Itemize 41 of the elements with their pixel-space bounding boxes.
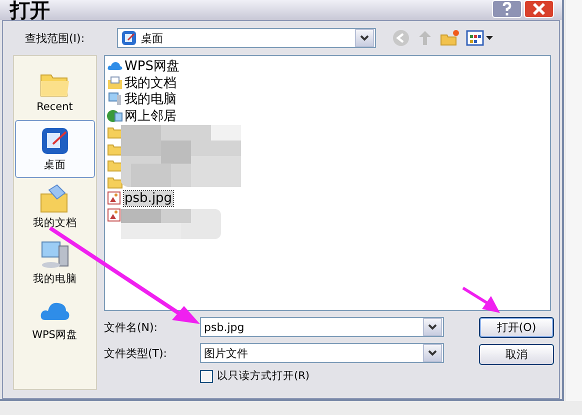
places-item[interactable]: 桌面 bbox=[14, 120, 95, 178]
window-title: 打开 bbox=[8, 0, 51, 20]
folder-icon bbox=[106, 174, 123, 189]
places-item[interactable]: WPS网盘 bbox=[14, 292, 95, 346]
image-file-icon bbox=[106, 191, 123, 206]
computer-icon bbox=[106, 92, 123, 106]
dialog-button[interactable]: 取消 bbox=[479, 344, 554, 365]
annotation-arrow bbox=[462, 286, 500, 313]
file-name[interactable]: 我的电脑 bbox=[124, 90, 178, 108]
file-type-dropdown[interactable]: 图片文件 bbox=[200, 343, 444, 363]
dialog-button[interactable]: 打开(O) bbox=[479, 317, 554, 338]
back-icon[interactable] bbox=[392, 29, 410, 47]
look-in-label: 查找范围(I): bbox=[24, 30, 86, 46]
help-icon bbox=[500, 2, 514, 16]
file-name-label: 文件名(N): bbox=[104, 320, 159, 334]
folder-icon bbox=[106, 142, 123, 156]
folder-icon bbox=[106, 125, 123, 140]
folder-icon bbox=[106, 158, 123, 172]
help-button[interactable] bbox=[492, 0, 522, 18]
close-icon bbox=[532, 2, 546, 16]
documents-folder-icon bbox=[106, 76, 123, 90]
file-name[interactable]: 网上邻居 bbox=[124, 106, 178, 125]
network-icon bbox=[106, 108, 123, 123]
places-item[interactable]: 我的电脑 bbox=[14, 236, 95, 290]
places-item[interactable]: 我的文档 bbox=[14, 180, 95, 234]
file-name[interactable]: WPS网盘 bbox=[124, 57, 180, 76]
views-icon bbox=[466, 30, 494, 46]
places-item[interactable]: Recent bbox=[14, 64, 95, 118]
file-type-label: 文件类型(T): bbox=[104, 346, 168, 360]
file-name[interactable]: psb.jpg bbox=[124, 190, 174, 206]
read-only-label: 以只读方式打开(R) bbox=[217, 369, 310, 383]
file-name-field[interactable]: psb.jpg bbox=[200, 317, 444, 337]
look-in-dropdown[interactable]: 桌面 bbox=[117, 28, 376, 48]
view-menu-button[interactable] bbox=[466, 30, 494, 46]
desktop-icon bbox=[121, 30, 137, 46]
new-folder-icon[interactable] bbox=[440, 29, 460, 47]
computer-icon bbox=[38, 240, 71, 270]
file-name[interactable]: 我的文档 bbox=[124, 74, 178, 92]
image-file-icon bbox=[106, 208, 123, 222]
close-button[interactable] bbox=[524, 0, 554, 18]
read-only-checkbox[interactable] bbox=[200, 370, 213, 382]
